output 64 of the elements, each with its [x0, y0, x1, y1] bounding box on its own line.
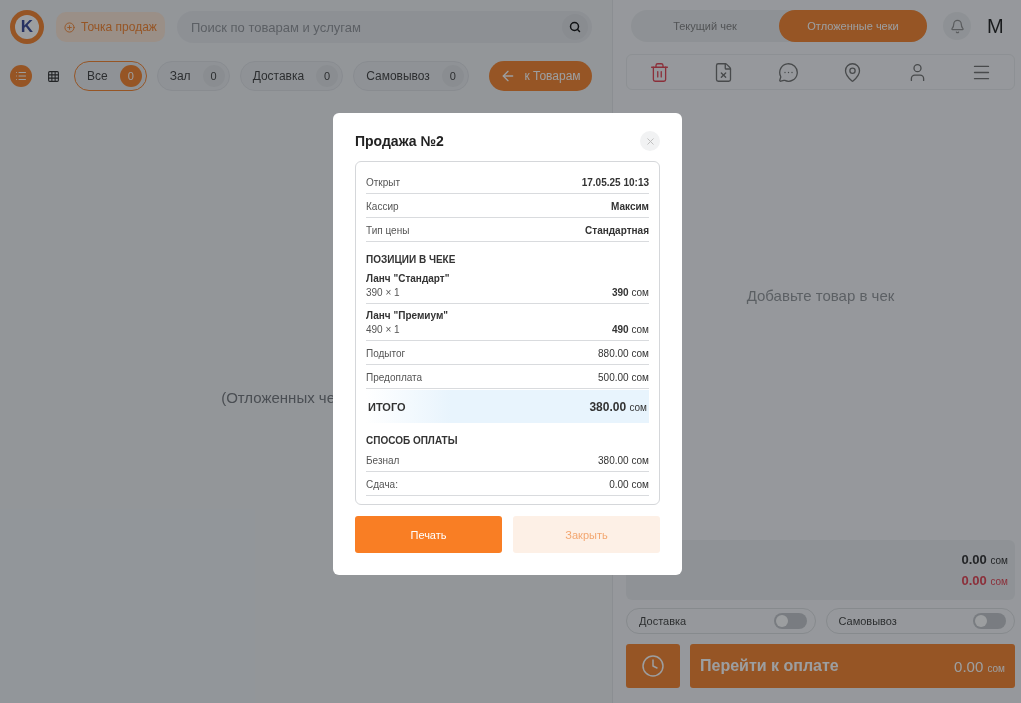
payment-label: Сдача:: [366, 479, 398, 490]
item-quantity: 390 × 1: [366, 287, 400, 298]
clock-icon: [641, 654, 665, 678]
chat-bubble-button[interactable]: [777, 61, 799, 83]
filter-chip[interactable]: Самовывоз 0: [353, 61, 469, 91]
back-to-products-button[interactable]: к Товарам: [489, 61, 592, 91]
toggle-switch[interactable]: [773, 613, 807, 629]
payment-label: Безнал: [366, 455, 400, 466]
field-value: 17.05.25 10:13: [581, 177, 649, 188]
empty-receipt-message: Добавьте товар в чек: [746, 286, 895, 304]
item-name: Ланч "Премиум": [366, 310, 450, 321]
field-label: Открыт: [366, 177, 401, 188]
close-icon: [644, 135, 656, 147]
list-icon: [15, 70, 27, 82]
switch-label: Самовывоз: [838, 615, 897, 627]
close-button[interactable]: [640, 131, 660, 151]
item-quantity: 490 × 1: [366, 324, 400, 335]
trash-button[interactable]: [648, 61, 670, 83]
trash-icon: [648, 61, 670, 83]
dialog-title: Продажа №2: [355, 133, 444, 149]
summary-amount: 0.00 сом: [961, 573, 1008, 588]
notifications-button[interactable]: [943, 12, 971, 40]
payment-value: 380.00 сом: [598, 455, 649, 466]
search-icon: [569, 21, 581, 33]
field-label: Кассир: [366, 201, 399, 212]
item-amount: 490 сом: [611, 324, 649, 335]
filter-chip[interactable]: Зал 0: [156, 61, 230, 91]
bell-icon: [949, 18, 965, 34]
count-badge: 0: [202, 65, 225, 87]
grand-total-label: ИТОГО: [368, 400, 406, 413]
chat-bubble-icon: [777, 61, 799, 83]
plus-circle-icon: [64, 21, 75, 33]
list-view-button[interactable]: [10, 65, 32, 87]
filter-chip[interactable]: Все 0: [74, 61, 147, 91]
total-value: 500.00 сом: [598, 372, 649, 383]
count-badge: 0: [316, 65, 339, 87]
receipt-tab[interactable]: Текущий чек: [631, 10, 779, 42]
close-dialog-button[interactable]: Закрыть: [513, 516, 660, 553]
logo[interactable]: K: [10, 10, 44, 44]
count-badge: 0: [441, 65, 464, 87]
grid-icon: [46, 69, 60, 83]
section-title: ПОЗИЦИИ В ЧЕКЕ: [366, 254, 457, 265]
filter-chip[interactable]: Доставка 0: [239, 61, 344, 91]
history-button[interactable]: [626, 644, 680, 688]
section-title: СПОСОБ ОПЛАТЫ: [366, 435, 459, 446]
grand-total-value: 380.00 сом: [589, 399, 647, 414]
receipt-tab[interactable]: Отложенные чеки: [779, 10, 927, 42]
summary-amount: 0.00 сом: [961, 552, 1008, 567]
user-initial[interactable]: M: [987, 14, 1004, 38]
total-value: 880.00 сом: [598, 348, 649, 359]
print-button[interactable]: Печать: [355, 516, 502, 553]
pay-button[interactable]: Перейти к оплате 0.00 сом: [690, 644, 1015, 688]
total-label: Подытог: [366, 348, 406, 359]
item-name: Ланч "Стандарт": [366, 273, 451, 284]
count-badge: 0: [119, 65, 142, 87]
field-value: Стандартная: [585, 225, 649, 236]
total-label: Предоплата: [366, 372, 423, 383]
field-label: Тип цены: [366, 225, 410, 236]
point-of-sale-button[interactable]: Точка продаж: [56, 12, 165, 42]
switch-label: Доставка: [639, 615, 687, 627]
toggle-switch[interactable]: [973, 613, 1006, 629]
item-amount: 390 сом: [611, 287, 649, 298]
field-value: Максим: [611, 201, 649, 212]
payment-value: 0.00 сом: [609, 479, 649, 490]
